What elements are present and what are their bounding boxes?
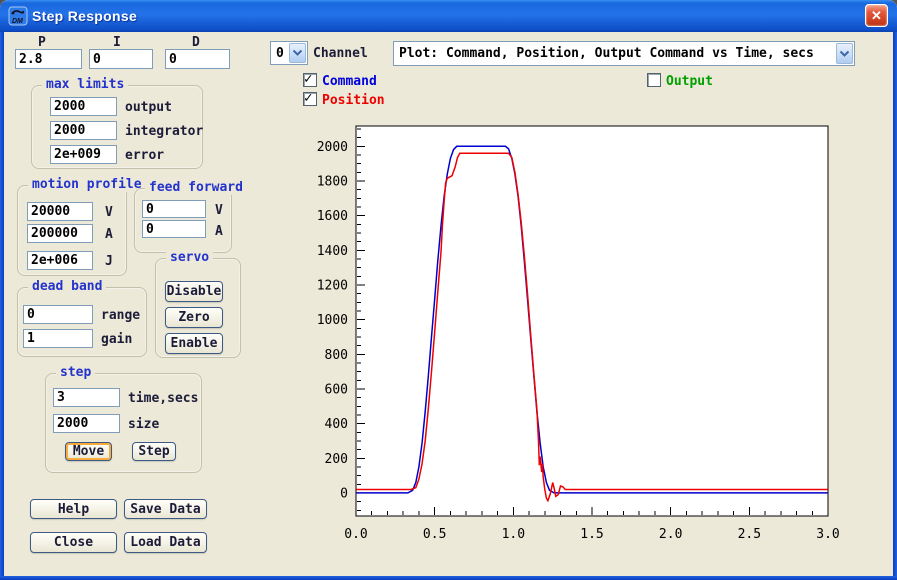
servo-title: servo [166, 250, 214, 265]
max-integrator-input[interactable] [50, 121, 117, 140]
command-checkbox-label: Command [322, 74, 377, 89]
svg-text:1000: 1000 [317, 313, 348, 328]
profile-v-input[interactable] [27, 202, 93, 221]
max-error-input[interactable] [50, 145, 117, 164]
feed-forward-title: feed forward [145, 180, 247, 195]
ff-v-input[interactable] [142, 200, 206, 218]
profile-j-input[interactable] [27, 251, 93, 270]
window-border-right [893, 32, 897, 580]
i-input[interactable] [89, 49, 153, 69]
step-time-label: time,secs [128, 391, 199, 406]
app-window: DM Step Response ✕ P I D 0 Channel Plot:… [0, 0, 897, 580]
channel-label: Channel [313, 46, 368, 61]
step-time-input[interactable] [53, 388, 120, 407]
step-size-label: size [128, 417, 160, 432]
profile-j-label: J [105, 254, 113, 269]
d-input[interactable] [165, 49, 230, 69]
svg-text:0.5: 0.5 [423, 527, 446, 542]
d-label: D [192, 35, 200, 50]
position-checkbox[interactable]: ✓ [303, 90, 317, 106]
svg-text:1.5: 1.5 [580, 527, 603, 542]
servo-zero-button[interactable]: Zero [165, 307, 223, 328]
deadband-range-input[interactable] [23, 305, 93, 324]
svg-text:0.0: 0.0 [344, 527, 367, 542]
svg-text:2.5: 2.5 [738, 527, 761, 542]
plot-select[interactable]: Plot: Command, Position, Output Command … [393, 41, 855, 66]
move-button[interactable]: Move [65, 442, 112, 461]
svg-text:1800: 1800 [317, 174, 348, 189]
close-button[interactable]: ✕ [865, 4, 888, 27]
plot-select-value: Plot: Command, Position, Output Command … [399, 46, 814, 61]
motion-profile-title: motion profile [28, 177, 146, 192]
svg-text:2.0: 2.0 [659, 527, 682, 542]
command-checkbox[interactable]: ✓ [303, 71, 317, 87]
servo-disable-button[interactable]: Disable [165, 281, 223, 302]
p-input[interactable] [15, 49, 82, 69]
profile-a-label: A [105, 227, 113, 242]
dead-band-title: dead band [28, 279, 107, 294]
svg-text:1600: 1600 [317, 209, 348, 224]
svg-text:1200: 1200 [317, 278, 348, 293]
svg-text:2000: 2000 [317, 140, 348, 155]
window-title: Step Response [32, 8, 138, 24]
svg-text:400: 400 [325, 417, 348, 432]
title-bar[interactable]: DM Step Response ✕ [0, 0, 897, 32]
deadband-gain-label: gain [101, 332, 133, 347]
chevron-down-icon[interactable] [836, 43, 853, 64]
step-response-chart: 0 200 400 600 800 1000 1200 1400 1600 1800 2000 0.0… [300, 118, 870, 563]
chart-svg: 0 200 400 600 800 1000 1200 1400 1600 1800 2000 0.0… [317, 125, 840, 542]
servo-enable-button[interactable]: Enable [165, 333, 223, 354]
ff-v-label: V [215, 203, 223, 218]
deadband-gain-input[interactable] [23, 329, 93, 348]
p-label: P [38, 35, 46, 50]
window-border-left [0, 32, 4, 580]
load-data-button[interactable]: Load Data [124, 532, 207, 553]
svg-text:800: 800 [325, 348, 348, 363]
svg-text:200: 200 [325, 452, 348, 467]
max-limits-title: max limits [42, 77, 129, 92]
profile-v-label: V [105, 205, 113, 220]
window-border-bottom [0, 576, 897, 580]
close-window-button[interactable]: Close [30, 532, 117, 553]
svg-text:DM: DM [12, 18, 23, 25]
svg-text:600: 600 [325, 382, 348, 397]
max-integrator-label: integrator [125, 124, 204, 139]
i-label: I [113, 35, 121, 50]
profile-a-input[interactable] [27, 224, 93, 243]
step-button[interactable]: Step [132, 442, 176, 461]
deadband-range-label: range [101, 308, 141, 323]
step-title: step [56, 365, 96, 380]
ff-a-input[interactable] [142, 220, 206, 238]
svg-text:1.0: 1.0 [502, 527, 525, 542]
output-checkbox[interactable]: ✓ [647, 73, 661, 87]
save-data-button[interactable]: Save Data [124, 499, 207, 519]
position-checkbox-label: Position [322, 93, 385, 108]
chevron-down-icon[interactable] [289, 43, 306, 63]
svg-text:1400: 1400 [317, 244, 348, 259]
step-size-input[interactable] [53, 414, 120, 433]
ff-a-label: A [215, 224, 223, 239]
max-output-label: output [125, 100, 172, 115]
help-button[interactable]: Help [30, 499, 117, 519]
channel-value: 0 [276, 45, 284, 61]
max-error-label: error [125, 148, 165, 163]
channel-select[interactable]: 0 [270, 41, 308, 65]
svg-text:3.0: 3.0 [816, 527, 839, 542]
max-output-input[interactable] [50, 97, 117, 116]
output-checkbox-label: Output [666, 74, 713, 89]
svg-text:0: 0 [340, 486, 348, 501]
app-icon: DM [8, 6, 28, 26]
